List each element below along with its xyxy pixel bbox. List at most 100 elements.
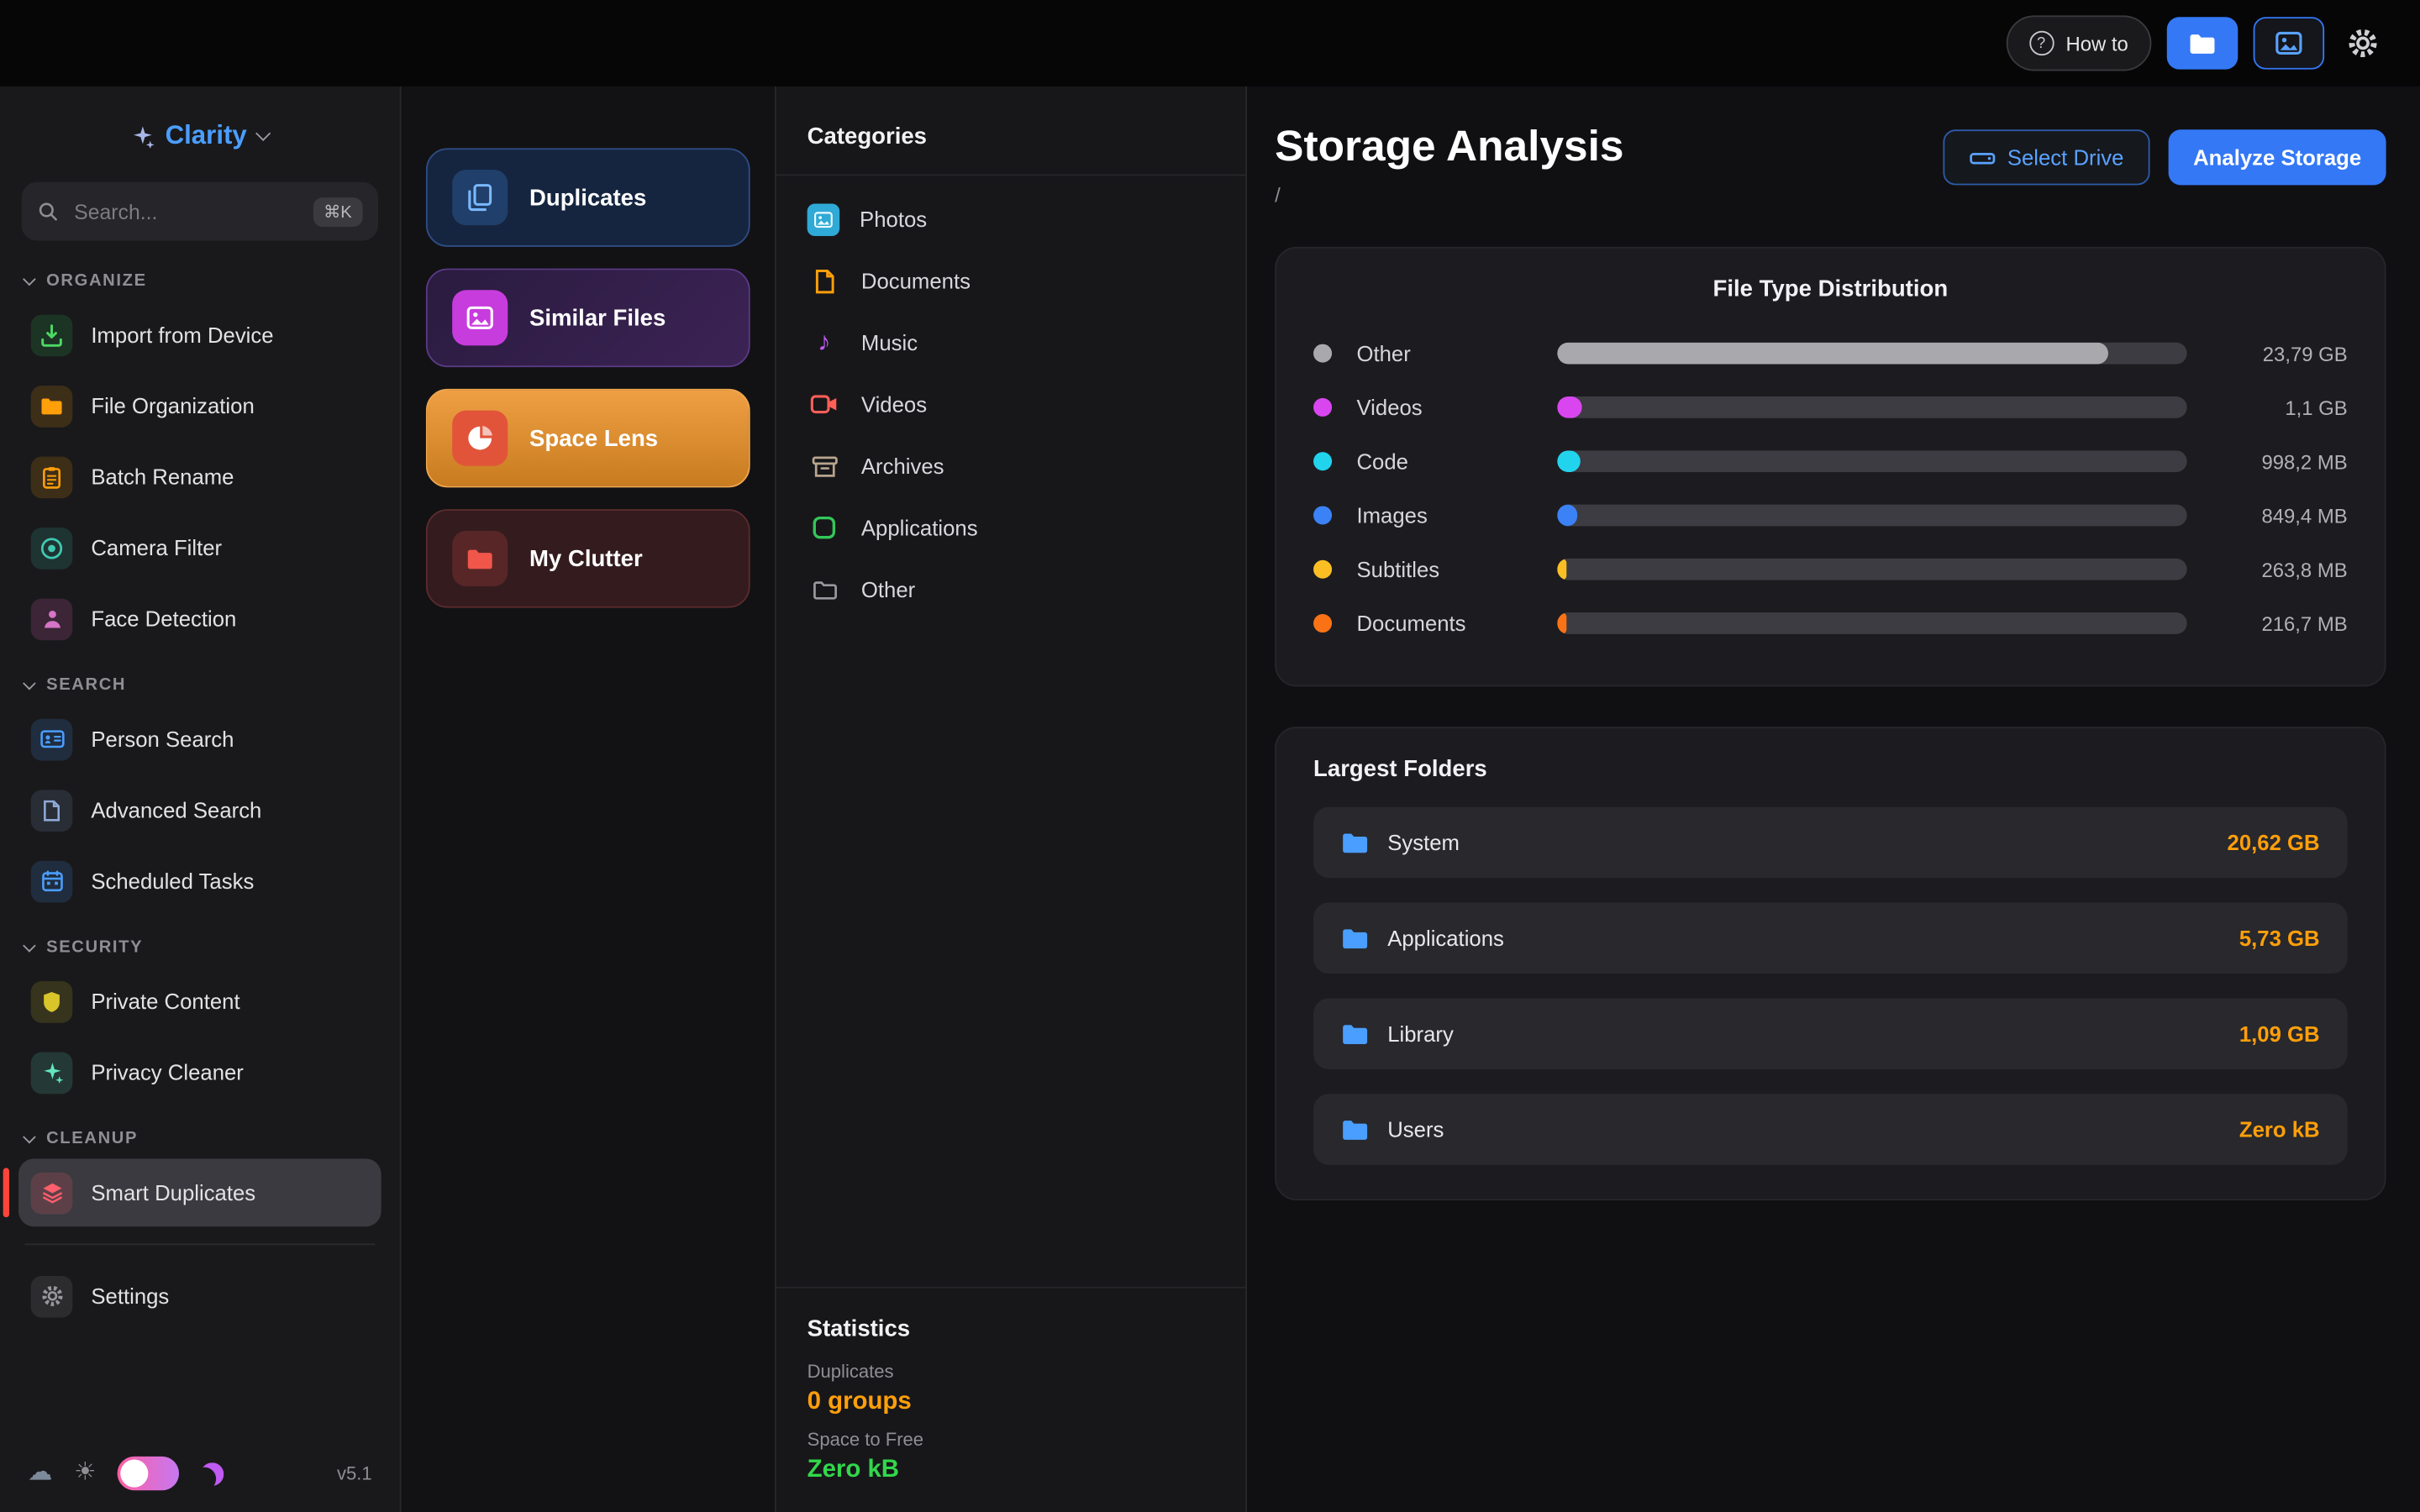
- dist-label: Videos: [1356, 396, 1539, 420]
- category-other[interactable]: Other: [789, 559, 1234, 620]
- theme-toggle[interactable]: [118, 1457, 179, 1490]
- moon-icon: [201, 1462, 224, 1485]
- sidebar-item-settings[interactable]: Settings: [18, 1262, 381, 1330]
- dist-size: 1,1 GB: [2206, 396, 2348, 420]
- folder-row-system[interactable]: System 20,62 GB: [1313, 806, 2348, 877]
- category-documents[interactable]: Documents: [789, 250, 1234, 312]
- category-music[interactable]: ♪ Music: [789, 312, 1234, 373]
- sidebar-item-label: Batch Rename: [91, 465, 234, 489]
- tool-label: Similar Files: [529, 305, 666, 331]
- breadcrumb-path: /: [1275, 183, 1623, 207]
- document-icon: [808, 264, 841, 297]
- category-archives[interactable]: Archives: [789, 435, 1234, 496]
- category-videos[interactable]: Videos: [789, 373, 1234, 434]
- sidebar-item-private-content[interactable]: Private Content: [18, 968, 381, 1036]
- sidebar-item-privacy-cleaner[interactable]: Privacy Cleaner: [18, 1038, 381, 1106]
- duplicates-stat-label: Duplicates: [808, 1361, 1215, 1383]
- drive-icon: [1969, 147, 1995, 167]
- folder-icon: [1341, 1021, 1369, 1046]
- main-content: Storage Analysis / Select Drive Analyze …: [1247, 87, 2420, 1512]
- folder-icon: [1341, 926, 1369, 950]
- category-photos[interactable]: Photos: [789, 188, 1234, 249]
- sidebar-item-person-search[interactable]: Person Search: [18, 705, 381, 773]
- settings-gear-button[interactable]: [2339, 20, 2386, 66]
- sidebar-item-label: Advanced Search: [91, 798, 261, 822]
- section-label: ORGANIZE: [46, 271, 147, 290]
- select-drive-label: Select Drive: [2007, 145, 2124, 170]
- tool-label: Space Lens: [529, 425, 658, 451]
- select-drive-button[interactable]: Select Drive: [1943, 129, 2150, 185]
- dist-label: Code: [1356, 449, 1539, 474]
- tool-duplicates-button[interactable]: Duplicates: [426, 148, 750, 247]
- sun-icon: ☀: [74, 1461, 96, 1485]
- bar-fill: [1557, 397, 1582, 419]
- sparkle-icon: [31, 1052, 73, 1094]
- search-input[interactable]: [71, 198, 300, 224]
- how-to-button[interactable]: How to: [2006, 15, 2152, 71]
- sidebar-item-import-from-device[interactable]: Import from Device: [18, 301, 381, 369]
- cloud-icon: ☁: [28, 1461, 52, 1485]
- import-device-icon: [31, 314, 73, 356]
- section-header-search[interactable]: SEARCH: [0, 654, 400, 704]
- dist-bar-track: [1557, 559, 2186, 580]
- categories-header: Categories: [776, 87, 1245, 176]
- sidebar-item-label: Person Search: [91, 727, 234, 751]
- folder-row-users[interactable]: Users Zero kB: [1313, 1094, 2348, 1164]
- chevron-down-icon: [23, 676, 36, 690]
- search-box[interactable]: ⌘K: [22, 182, 378, 241]
- app-name: Clarity: [166, 120, 247, 151]
- aperture-icon: [31, 527, 73, 569]
- folder-view-toggle[interactable]: [2167, 17, 2238, 69]
- person-icon: [31, 598, 73, 640]
- chevron-down-icon: [23, 272, 36, 286]
- sidebar-item-smart-duplicates[interactable]: Smart Duplicates: [18, 1158, 381, 1226]
- sidebar-item-file-organization[interactable]: File Organization: [18, 372, 381, 440]
- distribution-row: Videos 1,1 GB: [1313, 381, 2348, 434]
- dist-bar-track: [1557, 397, 2186, 419]
- section-label: CLEANUP: [46, 1129, 138, 1147]
- question-icon: [2028, 31, 2053, 55]
- folder-search-icon: [2188, 31, 2216, 55]
- category-label: Documents: [861, 269, 971, 293]
- sidebar-item-batch-rename[interactable]: Batch Rename: [18, 443, 381, 511]
- folder-name: Applications: [1387, 926, 1504, 950]
- category-label: Photos: [860, 207, 927, 231]
- section-header-organize[interactable]: ORGANIZE: [0, 250, 400, 300]
- photo-view-toggle[interactable]: [2254, 17, 2324, 69]
- folder-row-applications[interactable]: Applications 5,73 GB: [1313, 902, 2348, 973]
- section-label: SEARCH: [46, 675, 126, 694]
- category-label: Videos: [861, 392, 927, 417]
- sidebar-item-advanced-search[interactable]: Advanced Search: [18, 776, 381, 844]
- sidebar-item-camera-filter[interactable]: Camera Filter: [18, 514, 381, 582]
- sidebar-item-scheduled-tasks[interactable]: Scheduled Tasks: [18, 847, 381, 915]
- bar-fill: [1557, 613, 1566, 635]
- app-logo-button[interactable]: Clarity: [0, 108, 400, 164]
- search-shortcut-badge: ⌘K: [313, 197, 362, 226]
- dist-label: Documents: [1356, 612, 1539, 636]
- folder-size: 1,09 GB: [2239, 1021, 2320, 1046]
- shield-icon: [31, 980, 73, 1022]
- sidebar-item-label: Import from Device: [91, 323, 273, 347]
- image-icon: [452, 290, 508, 345]
- sidebar-item-label: Scheduled Tasks: [91, 869, 254, 893]
- music-note-icon: ♪: [808, 326, 841, 360]
- sidebar-item-label: File Organization: [91, 393, 254, 417]
- section-header-security[interactable]: SECURITY: [0, 916, 400, 966]
- dist-size: 998,2 MB: [2206, 450, 2348, 474]
- folder-icon: [1341, 830, 1369, 854]
- dist-bar-track: [1557, 505, 2186, 527]
- tool-similar-files-button[interactable]: Similar Files: [426, 269, 750, 368]
- statistics-header: Statistics: [808, 1316, 1215, 1342]
- sidebar-item-label: Settings: [91, 1284, 169, 1308]
- section-header-cleanup[interactable]: CLEANUP: [0, 1108, 400, 1158]
- tool-my-clutter-button[interactable]: My Clutter: [426, 509, 750, 608]
- analyze-storage-button[interactable]: Analyze Storage: [2169, 129, 2386, 185]
- sidebar-item-face-detection[interactable]: Face Detection: [18, 585, 381, 653]
- folder-name: Library: [1387, 1021, 1454, 1046]
- tool-space-lens-button[interactable]: Space Lens: [426, 389, 750, 488]
- folder-icon: [31, 385, 73, 427]
- tools-panel: Duplicates Similar Files Space Lens My C…: [402, 87, 776, 1512]
- app-window: How to Clarity ⌘K OR: [0, 0, 2420, 1512]
- category-applications[interactable]: Applications: [789, 496, 1234, 558]
- folder-row-library[interactable]: Library 1,09 GB: [1313, 998, 2348, 1068]
